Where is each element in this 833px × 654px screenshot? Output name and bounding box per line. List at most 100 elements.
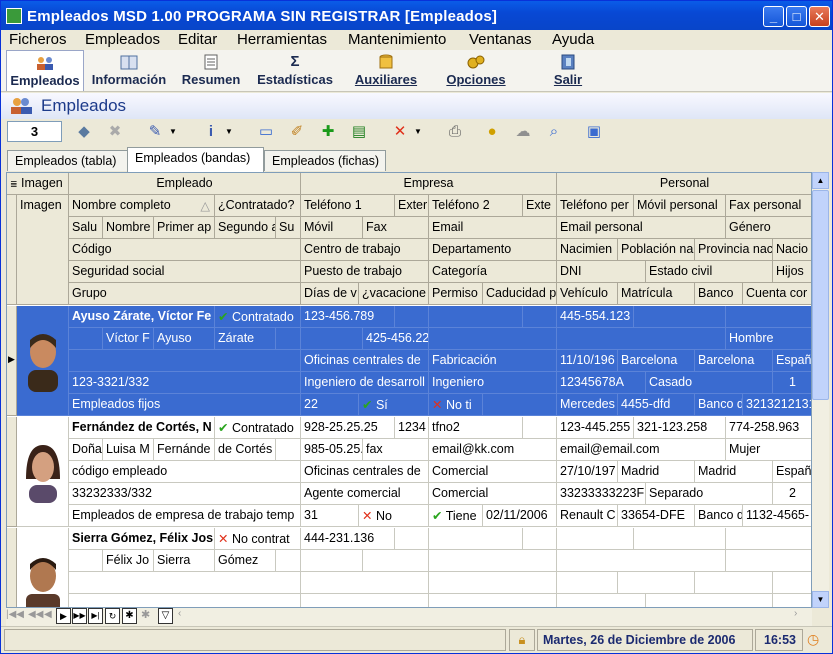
col-nombre[interactable]: Nombre	[103, 217, 154, 239]
add-icon[interactable]: ✚	[317, 122, 339, 142]
cell-sufijo[interactable]	[276, 328, 301, 350]
nav-estadisticas[interactable]: Σ Estadísticas	[255, 50, 335, 91]
cell-seguridad-social[interactable]: 33232333/332	[69, 483, 301, 505]
nav-opciones[interactable]: Opciones	[444, 50, 508, 91]
col-ext2[interactable]: Exte	[523, 195, 557, 217]
cell-fax[interactable]: 425-456.22	[363, 328, 429, 350]
nav-insert-icon[interactable]: ✱	[122, 608, 137, 624]
cell-provincia[interactable]	[695, 572, 773, 594]
info-dropdown-arrow[interactable]: ▼	[223, 122, 235, 142]
cell-nombre-completo[interactable]: Fernández de Cortés, N	[69, 417, 215, 439]
cell-fax-personal[interactable]	[726, 306, 811, 328]
cell-telefono2[interactable]	[429, 528, 523, 550]
cell-ext2[interactable]	[523, 528, 557, 550]
employee-photo[interactable]	[17, 417, 69, 527]
cell-email-personal[interactable]	[557, 328, 726, 350]
cell-primer-apellido[interactable]: Fernánde	[154, 439, 215, 461]
col-grupo[interactable]: Grupo	[69, 283, 301, 305]
cell-caducidad[interactable]: 02/11/2006	[483, 505, 557, 527]
search-icon[interactable]: ⌕	[543, 122, 565, 142]
cell-estado-civil[interactable]: Casado	[646, 372, 773, 394]
col-caducidad[interactable]: Caducidad p	[483, 283, 557, 305]
col-dni[interactable]: DNI	[557, 261, 646, 283]
cell-permiso[interactable]: ✕ No ti	[429, 394, 483, 416]
scroll-right-button[interactable]: ›	[794, 608, 809, 624]
cell-departamento[interactable]	[429, 572, 557, 594]
cell-provincia[interactable]: Barcelona	[695, 350, 773, 372]
col-puesto[interactable]: Puesto de trabajo	[301, 261, 429, 283]
col-email[interactable]: Email	[429, 217, 557, 239]
cell-puesto[interactable]: Agente comercial	[301, 483, 429, 505]
col-telefono1[interactable]: Teléfono 1	[301, 195, 395, 217]
cell-contratado[interactable]: ✔ Contratado	[215, 417, 301, 439]
cell-ext1[interactable]: 1234	[395, 417, 429, 439]
menu-mantenimiento[interactable]: Mantenimiento	[348, 31, 446, 48]
col-segundo-apellido[interactable]: Segundo a	[215, 217, 276, 239]
col-movil[interactable]: Móvil	[301, 217, 363, 239]
close-button[interactable]: ✕	[809, 6, 830, 27]
col-estado-civil[interactable]: Estado civil	[646, 261, 773, 283]
cell-puesto[interactable]	[301, 594, 429, 607]
nav-auxiliares[interactable]: Auxiliares	[351, 50, 421, 91]
row-indicator[interactable]	[7, 417, 17, 527]
col-vehiculo[interactable]: Vehículo	[557, 283, 618, 305]
cell-nombre-completo[interactable]: Ayuso Zárate, Víctor Fe	[69, 306, 215, 328]
cell-hijos[interactable]: 1	[773, 372, 811, 394]
vertical-scrollbar[interactable]: ▲ ▼	[812, 172, 829, 608]
cell-email-personal[interactable]: email@email.com	[557, 439, 726, 461]
cell-codigo[interactable]	[69, 572, 301, 594]
diamond-icon[interactable]: ◆	[73, 122, 95, 142]
cell-contratado[interactable]: ✔ Contratado	[215, 306, 301, 328]
nav-refresh-icon[interactable]: ↻	[105, 608, 120, 624]
maximize-button[interactable]: □	[786, 6, 807, 27]
nav-filter-icon[interactable]: ▽	[158, 608, 173, 624]
cell-ext2[interactable]	[523, 306, 557, 328]
cell-codigo[interactable]	[69, 350, 301, 372]
scroll-thumb[interactable]	[812, 190, 829, 400]
pencil-icon[interactable]: ✐	[286, 122, 308, 142]
cell-nacion[interactable]: Españ	[773, 461, 811, 483]
nav-delete-icon[interactable]: ✱	[141, 608, 150, 621]
col-imagen[interactable]: Imagen	[17, 195, 69, 305]
cell-dni[interactable]: 12345678A	[557, 372, 646, 394]
col-primer-apellido[interactable]: Primer ap	[154, 217, 215, 239]
employee-photo[interactable]	[17, 528, 69, 607]
cell-nacimiento[interactable]: 11/10/196	[557, 350, 618, 372]
cell-email[interactable]	[429, 550, 557, 572]
info-icon[interactable]: i	[200, 122, 222, 142]
cell-permiso[interactable]: ✔ Tiene	[429, 505, 483, 527]
menu-editar[interactable]: Editar	[178, 31, 217, 48]
col-email-personal[interactable]: Email personal	[557, 217, 726, 239]
cell-nombre[interactable]: Víctor F	[103, 328, 154, 350]
tab-tabla[interactable]: Empleados (tabla)	[7, 150, 128, 171]
nav-next-page-icon[interactable]: ▶▶	[72, 608, 87, 624]
cell-movil[interactable]	[301, 550, 363, 572]
cell-nombre[interactable]: Félix Jo	[103, 550, 154, 572]
cell-hijos[interactable]: 2	[773, 483, 811, 505]
cell-nacimiento[interactable]	[557, 572, 618, 594]
cell-cuenta[interactable]: 3213212131	[743, 394, 811, 416]
cell-movil-personal[interactable]	[634, 306, 726, 328]
monitor-icon[interactable]: ▭	[255, 122, 277, 142]
cell-fax[interactable]	[363, 550, 429, 572]
col-nombre-completo[interactable]: Nombre completo △	[69, 195, 215, 217]
cell-seguridad-social[interactable]	[69, 594, 301, 607]
col-fax[interactable]: Fax	[363, 217, 429, 239]
edit-dropdown-arrow[interactable]: ▼	[167, 122, 179, 142]
menu-ventanas[interactable]: Ventanas	[469, 31, 532, 48]
scroll-up-button[interactable]: ▲	[812, 172, 829, 189]
menu-herramientas[interactable]: Herramientas	[237, 31, 327, 48]
cell-telefono-personal[interactable]	[557, 528, 634, 550]
cell-hijos[interactable]	[773, 594, 811, 607]
nav-resumen[interactable]: Resumen	[179, 50, 243, 91]
menu-empleados[interactable]: Empleados	[85, 31, 160, 48]
cell-movil[interactable]	[301, 328, 363, 350]
cell-vehiculo[interactable]: Mercedes	[557, 394, 618, 416]
col-sufijo[interactable]: Su	[276, 217, 301, 239]
cell-telefono-personal[interactable]: 445-554.123	[557, 306, 634, 328]
band-imagen[interactable]: ≣ Imagen	[7, 173, 69, 195]
delete-x-icon[interactable]: ✖	[104, 122, 126, 142]
cell-email-personal[interactable]	[557, 550, 726, 572]
cell-nombre[interactable]: Luisa M	[103, 439, 154, 461]
nav-first-page-icon[interactable]: |◀◀	[6, 609, 24, 620]
